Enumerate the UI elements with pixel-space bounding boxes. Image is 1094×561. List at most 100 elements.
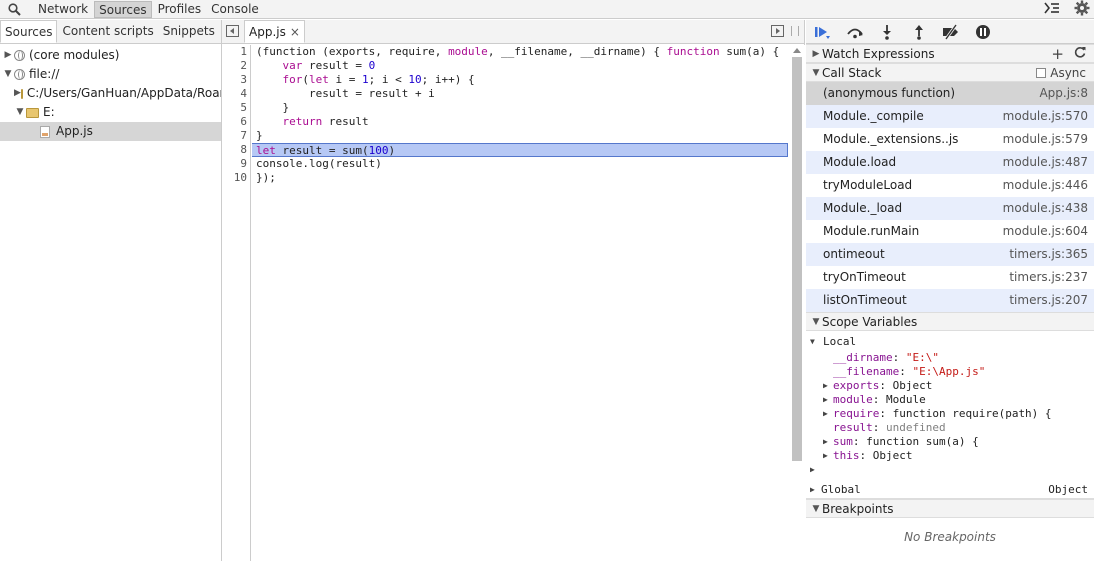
call-stack-header[interactable]: ▼ Call Stack Async <box>806 63 1094 82</box>
frame-location[interactable]: timers.js:365 <box>1009 243 1088 266</box>
scope-variables-header[interactable]: ▼ Scope Variables <box>806 312 1094 331</box>
toggle-navigator-icon[interactable] <box>226 25 239 37</box>
frame-location[interactable]: App.js:8 <box>1039 82 1088 105</box>
call-frame[interactable]: Module._compile module.js:570 <box>806 105 1094 128</box>
pause-on-exceptions-icon[interactable] <box>974 24 992 40</box>
breakpoints-header[interactable]: ▼ Breakpoints <box>806 499 1094 518</box>
expand-arrow-icon[interactable]: ▶ <box>823 449 828 463</box>
step-over-icon[interactable] <box>846 24 864 40</box>
call-frame[interactable]: Module.runMain module.js:604 <box>806 220 1094 243</box>
collapse-arrow-icon[interactable]: ▼ <box>810 335 815 349</box>
collapse-arrow-icon[interactable]: ▼ <box>2 65 14 84</box>
call-frame[interactable]: ontimeout timers.js:365 <box>806 243 1094 266</box>
add-watch-button[interactable]: + <box>1051 45 1064 63</box>
expand-arrow-icon[interactable]: ▶ <box>823 379 828 393</box>
toggle-debugger-icon[interactable] <box>771 25 784 37</box>
collapse-arrow-icon[interactable]: ▼ <box>810 64 822 82</box>
line-number[interactable]: 7 <box>222 129 250 143</box>
nav-tab-snippets[interactable]: Snippets <box>159 20 219 43</box>
watch-expressions-header[interactable]: ▶ Watch Expressions + <box>806 44 1094 63</box>
expand-arrow-icon[interactable]: ▶ <box>823 435 828 449</box>
code-line[interactable]: result = result + i <box>252 87 788 101</box>
line-number[interactable]: 2 <box>222 59 250 73</box>
scope-var[interactable]: ▶ sum: function sum(a) { <box>806 435 1094 449</box>
tree-item-file-scheme[interactable]: ▼ file:// <box>0 65 221 84</box>
call-frame[interactable]: Module._load module.js:438 <box>806 197 1094 220</box>
frame-location[interactable]: module.js:579 <box>1003 128 1088 151</box>
expand-arrow-icon[interactable]: ▶ <box>823 393 828 407</box>
gear-icon[interactable] <box>1074 0 1090 19</box>
code-line[interactable]: } <box>252 101 788 115</box>
code-line[interactable]: var result = 0 <box>252 59 788 73</box>
call-frame[interactable]: listOnTimeout timers.js:207 <box>806 289 1094 312</box>
deactivate-breakpoints-icon[interactable] <box>942 23 960 40</box>
scope-var[interactable]: ▶ this: Object <box>806 449 1094 463</box>
expand-arrow-icon[interactable]: ▶ <box>14 84 21 103</box>
collapse-arrow-icon[interactable]: ▼ <box>14 103 26 122</box>
code-line[interactable]: } <box>252 129 788 143</box>
console-drawer-icon[interactable] <box>1044 2 1060 17</box>
editor-tab-app-js[interactable]: App.js × <box>244 20 305 43</box>
tab-network[interactable]: Network <box>34 1 92 18</box>
frame-location[interactable]: module.js:487 <box>1003 151 1088 174</box>
call-frame[interactable]: tryModuleLoad module.js:446 <box>806 174 1094 197</box>
execution-line-highlight[interactable]: let result = sum(100) <box>252 143 788 157</box>
scope-global[interactable]: ▶ Global Object <box>806 481 1094 499</box>
code-line[interactable]: }); <box>252 171 788 185</box>
line-number[interactable]: 3 <box>222 73 250 87</box>
tree-item-core-modules[interactable]: ▶ (core modules) <box>0 46 221 65</box>
scope-var[interactable]: __dirname: "E:\" <box>806 351 1094 365</box>
editor-scrollbar[interactable] <box>788 45 805 561</box>
tree-item-appdata-folder[interactable]: ▶ C:/Users/GanHuan/AppData/Roar <box>0 84 221 103</box>
line-number[interactable]: 4 <box>222 87 250 101</box>
expand-arrow-icon[interactable]: ▶ <box>810 463 815 477</box>
scope-var[interactable]: ▶ module: Module <box>806 393 1094 407</box>
frame-location[interactable]: timers.js:237 <box>1009 266 1088 289</box>
call-frame[interactable]: tryOnTimeout timers.js:237 <box>806 266 1094 289</box>
code-lines[interactable]: (function (exports, require, module, __f… <box>252 45 788 185</box>
scroll-up-arrow-icon[interactable] <box>793 48 801 53</box>
nav-tab-content-scripts[interactable]: Content scripts <box>58 20 157 43</box>
async-checkbox[interactable] <box>1036 68 1047 78</box>
scope-empty-row[interactable]: ▶ <box>806 463 1094 481</box>
call-frame[interactable]: (anonymous function) App.js:8 <box>806 82 1094 105</box>
line-number[interactable]: 10 <box>222 171 250 185</box>
collapse-arrow-icon[interactable]: ▼ <box>810 313 822 331</box>
expand-arrow-icon[interactable]: ▶ <box>823 407 828 421</box>
tree-item-app-js[interactable]: App.js <box>0 122 221 141</box>
step-out-icon[interactable] <box>910 24 928 40</box>
search-icon[interactable] <box>0 0 28 19</box>
step-into-icon[interactable] <box>878 24 896 40</box>
scope-var[interactable]: __filename: "E:\App.js" <box>806 365 1094 379</box>
close-icon[interactable]: × <box>290 25 300 39</box>
code-line[interactable]: (function (exports, require, module, __f… <box>252 45 788 59</box>
line-number[interactable]: 5 <box>222 101 250 115</box>
scope-var[interactable]: result: undefined <box>806 421 1094 435</box>
line-gutter[interactable]: 1 2 3 4 5 6 7 8 9 10 <box>222 45 251 561</box>
code-line[interactable]: return result <box>252 115 788 129</box>
scope-var[interactable]: ▶ exports: Object <box>806 379 1094 393</box>
expand-arrow-icon[interactable]: ▶ <box>810 45 822 63</box>
resume-icon[interactable] <box>814 24 832 40</box>
collapse-arrow-icon[interactable]: ▼ <box>810 500 822 518</box>
line-number[interactable]: 6 <box>222 115 250 129</box>
scope-local[interactable]: ▼ Local <box>806 335 1094 351</box>
tree-item-e-folder[interactable]: ▼ E: <box>0 103 221 122</box>
frame-location[interactable]: timers.js:207 <box>1009 289 1088 312</box>
tab-profiles[interactable]: Profiles <box>154 1 206 18</box>
call-frame[interactable]: Module.load module.js:487 <box>806 151 1094 174</box>
frame-location[interactable]: module.js:438 <box>1003 197 1088 220</box>
call-frame[interactable]: Module._extensions..js module.js:579 <box>806 128 1094 151</box>
expand-arrow-icon[interactable]: ▶ <box>810 481 815 499</box>
scrollbar-thumb[interactable] <box>792 57 802 461</box>
splitter-handle-icon[interactable] <box>791 26 799 36</box>
refresh-icon[interactable] <box>1074 45 1086 63</box>
line-number[interactable]: 1 <box>222 45 250 59</box>
line-number[interactable]: 8 <box>222 143 250 157</box>
nav-tab-sources[interactable]: Sources <box>0 20 58 43</box>
frame-location[interactable]: module.js:446 <box>1003 174 1088 197</box>
frame-location[interactable]: module.js:604 <box>1003 220 1088 243</box>
expand-arrow-icon[interactable]: ▶ <box>2 46 14 65</box>
tab-console[interactable]: Console <box>207 1 263 18</box>
line-number[interactable]: 9 <box>222 157 250 171</box>
